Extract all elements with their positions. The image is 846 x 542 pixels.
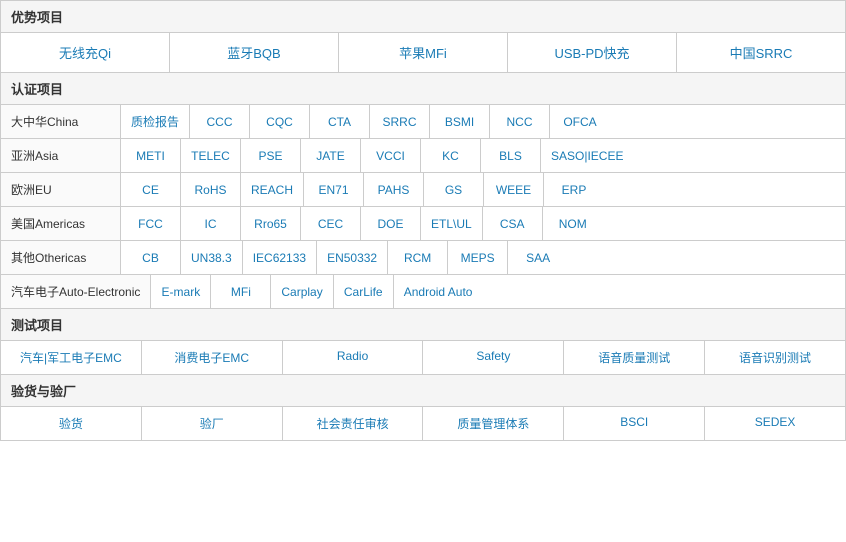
cert-cell-3-7[interactable]: NOM — [543, 207, 603, 240]
advantage-item-1[interactable]: 蓝牙BQB — [170, 33, 339, 72]
cert-cell-1-5[interactable]: KC — [421, 139, 481, 172]
cert-cell-1-6[interactable]: BLS — [481, 139, 541, 172]
advantage-item-0[interactable]: 无线充Qi — [1, 33, 170, 72]
testing-section: 测试项目 汽车|军工电子EMC消费电子EMCRadioSafety语音质量测试语… — [0, 309, 846, 375]
cert-cell-3-3[interactable]: CEC — [301, 207, 361, 240]
cert-cell-4-4[interactable]: RCM — [388, 241, 448, 274]
cert-row-5: 汽车电子Auto-ElectronicE-markMFiCarplayCarLi… — [1, 275, 845, 308]
cert-cell-3-5[interactable]: ETL\UL — [421, 207, 483, 240]
testing-row: 汽车|军工电子EMC消费电子EMCRadioSafety语音质量测试语音识别测试 — [1, 341, 845, 374]
cert-cell-2-2[interactable]: REACH — [241, 173, 304, 206]
cert-row-label-0: 大中华China — [1, 105, 121, 138]
cert-row-cells-3: FCCICRro65CECDOEETL\ULCSANOM — [121, 207, 845, 240]
test-item-2[interactable]: Radio — [283, 341, 424, 374]
cert-row-cells-0: 质检报告CCCCQCCTASRRCBSMINCCOFCA — [121, 105, 845, 138]
cert-cell-3-0[interactable]: FCC — [121, 207, 181, 240]
advantage-row: 无线充Qi蓝牙BQB苹果MFiUSB-PD快充中国SRRC — [1, 33, 845, 72]
cert-row-2: 欧洲EUCERoHSREACHEN71PAHSGSWEEEERP — [1, 173, 845, 207]
cert-cell-0-3[interactable]: CTA — [310, 105, 370, 138]
cert-row-3: 美国AmericasFCCICRro65CECDOEETL\ULCSANOM — [1, 207, 845, 241]
test-item-0[interactable]: 汽车|军工电子EMC — [1, 341, 142, 374]
cert-cell-5-4[interactable]: Android Auto — [394, 275, 483, 308]
inspection-header: 验货与验厂 — [1, 375, 845, 407]
cert-cell-2-1[interactable]: RoHS — [181, 173, 241, 206]
cert-row-1: 亚洲AsiaMETITELECPSEJATEVCCIKCBLSSASO|IECE… — [1, 139, 845, 173]
cert-row-label-1: 亚洲Asia — [1, 139, 121, 172]
cert-cell-3-4[interactable]: DOE — [361, 207, 421, 240]
cert-cell-0-0[interactable]: 质检报告 — [121, 105, 190, 138]
cert-cell-0-7[interactable]: OFCA — [550, 105, 610, 138]
advantage-item-2[interactable]: 苹果MFi — [339, 33, 508, 72]
advantage-item-4[interactable]: 中国SRRC — [677, 33, 845, 72]
cert-cell-0-5[interactable]: BSMI — [430, 105, 490, 138]
cert-cell-3-2[interactable]: Rro65 — [241, 207, 301, 240]
cert-cell-1-3[interactable]: JATE — [301, 139, 361, 172]
cert-row-cells-4: CBUN38.3IEC62133EN50332RCMMEPSSAA — [121, 241, 845, 274]
cert-row-label-5: 汽车电子Auto-Electronic — [1, 275, 151, 308]
certification-header: 认证项目 — [1, 73, 845, 105]
inspection-section: 验货与验厂 验货验厂社会责任审核质量管理体系BSCISEDEX — [0, 375, 846, 441]
cert-cell-4-6[interactable]: SAA — [508, 241, 568, 274]
cert-cell-2-3[interactable]: EN71 — [304, 173, 364, 206]
certification-rows: 大中华China质检报告CCCCQCCTASRRCBSMINCCOFCA亚洲As… — [1, 105, 845, 308]
cert-cell-5-1[interactable]: MFi — [211, 275, 271, 308]
cert-cell-5-2[interactable]: Carplay — [271, 275, 333, 308]
cert-cell-0-2[interactable]: CQC — [250, 105, 310, 138]
inspection-item-3[interactable]: 质量管理体系 — [423, 407, 564, 440]
cert-cell-3-6[interactable]: CSA — [483, 207, 543, 240]
test-item-4[interactable]: 语音质量测试 — [564, 341, 705, 374]
cert-cell-2-7[interactable]: ERP — [544, 173, 604, 206]
cert-cell-4-5[interactable]: MEPS — [448, 241, 508, 274]
cert-cell-4-3[interactable]: EN50332 — [317, 241, 388, 274]
certification-section: 认证项目 大中华China质检报告CCCCQCCTASRRCBSMINCCOFC… — [0, 73, 846, 309]
test-item-3[interactable]: Safety — [423, 341, 564, 374]
cert-row-cells-5: E-markMFiCarplayCarLifeAndroid Auto — [151, 275, 845, 308]
cert-cell-0-6[interactable]: NCC — [490, 105, 550, 138]
cert-cell-2-0[interactable]: CE — [121, 173, 181, 206]
cert-row-4: 其他OthericasCBUN38.3IEC62133EN50332RCMMEP… — [1, 241, 845, 275]
test-item-1[interactable]: 消费电子EMC — [142, 341, 283, 374]
cert-cell-2-5[interactable]: GS — [424, 173, 484, 206]
cert-cell-1-0[interactable]: METI — [121, 139, 181, 172]
cert-cell-0-1[interactable]: CCC — [190, 105, 250, 138]
cert-cell-4-2[interactable]: IEC62133 — [243, 241, 317, 274]
cert-cell-0-4[interactable]: SRRC — [370, 105, 430, 138]
cert-cell-3-1[interactable]: IC — [181, 207, 241, 240]
inspection-item-0[interactable]: 验货 — [1, 407, 142, 440]
cert-cell-4-0[interactable]: CB — [121, 241, 181, 274]
cert-row-cells-2: CERoHSREACHEN71PAHSGSWEEEERP — [121, 173, 845, 206]
cert-row-label-2: 欧洲EU — [1, 173, 121, 206]
cert-row-label-4: 其他Othericas — [1, 241, 121, 274]
cert-cell-5-0[interactable]: E-mark — [151, 275, 211, 308]
cert-row-0: 大中华China质检报告CCCCQCCTASRRCBSMINCCOFCA — [1, 105, 845, 139]
inspection-item-4[interactable]: BSCI — [564, 407, 705, 440]
test-item-5[interactable]: 语音识别测试 — [705, 341, 845, 374]
cert-cell-5-3[interactable]: CarLife — [334, 275, 394, 308]
cert-cell-2-4[interactable]: PAHS — [364, 173, 424, 206]
inspection-item-5[interactable]: SEDEX — [705, 407, 845, 440]
cert-cell-1-2[interactable]: PSE — [241, 139, 301, 172]
inspection-item-1[interactable]: 验厂 — [142, 407, 283, 440]
testing-header: 测试项目 — [1, 309, 845, 341]
cert-row-label-3: 美国Americas — [1, 207, 121, 240]
cert-cell-1-7[interactable]: SASO|IECEE — [541, 139, 633, 172]
cert-row-cells-1: METITELECPSEJATEVCCIKCBLSSASO|IECEE — [121, 139, 845, 172]
advantage-header: 优势项目 — [1, 1, 845, 33]
advantage-item-3[interactable]: USB-PD快充 — [508, 33, 677, 72]
advantage-section: 优势项目 无线充Qi蓝牙BQB苹果MFiUSB-PD快充中国SRRC — [0, 0, 846, 73]
cert-cell-1-1[interactable]: TELEC — [181, 139, 241, 172]
cert-cell-1-4[interactable]: VCCI — [361, 139, 421, 172]
cert-cell-2-6[interactable]: WEEE — [484, 173, 544, 206]
inspection-row: 验货验厂社会责任审核质量管理体系BSCISEDEX — [1, 407, 845, 440]
cert-cell-4-1[interactable]: UN38.3 — [181, 241, 243, 274]
inspection-item-2[interactable]: 社会责任审核 — [283, 407, 424, 440]
